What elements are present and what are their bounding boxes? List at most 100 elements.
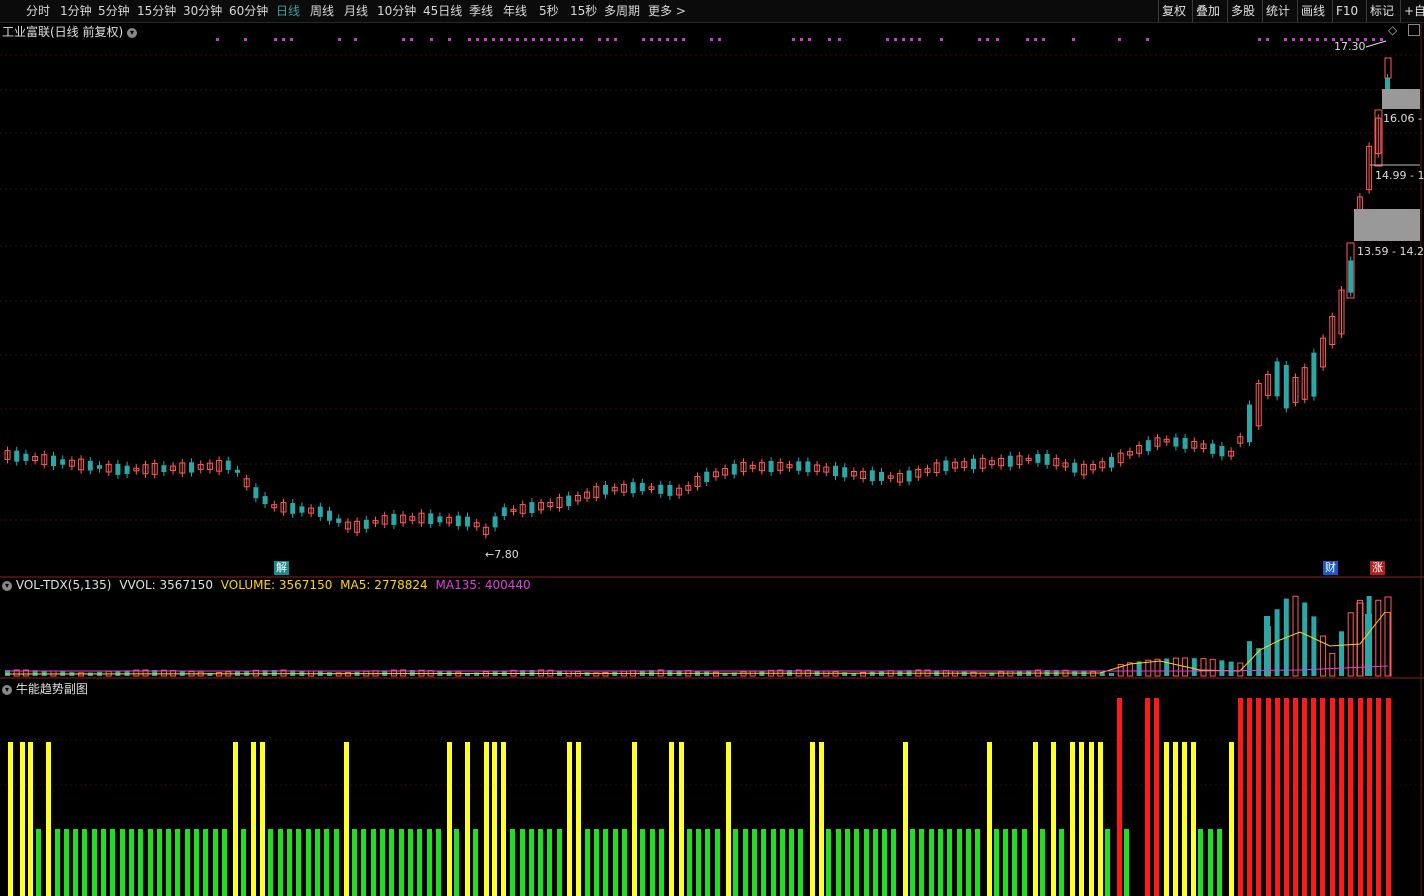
trend-bar-red (1238, 698, 1243, 896)
event-tag-finance[interactable]: 财 (1323, 561, 1338, 575)
candle-body (667, 484, 673, 496)
candle-body (658, 484, 664, 494)
candle-body (906, 470, 912, 482)
trend-bar-yellow (669, 742, 674, 896)
candle-body (87, 460, 93, 471)
trend-bar-green (557, 829, 562, 896)
trend-bar-yellow (20, 742, 25, 896)
chevron-down-icon[interactable]: ▾ (2, 580, 12, 591)
signal-dot (410, 38, 413, 41)
trend-bar-green (826, 829, 831, 896)
trend-bar-yellow (233, 742, 238, 896)
signal-dot (556, 38, 559, 41)
signal-dot (710, 38, 713, 41)
trend-bar-green (268, 829, 273, 896)
volume-bar (1329, 652, 1336, 677)
chart-canvas[interactable] (0, 0, 1424, 896)
trend-bar-red (1117, 698, 1122, 896)
signal-dot (448, 38, 451, 41)
signal-dot (402, 38, 405, 41)
trend-bar-red (1145, 698, 1150, 896)
signal-dot (282, 38, 285, 41)
trend-bar-green (603, 829, 608, 896)
volume-bar (1228, 661, 1234, 676)
candle-body (879, 471, 884, 481)
signal-dot (800, 38, 803, 41)
signal-dot (918, 38, 921, 41)
trend-bar-green (538, 829, 543, 896)
volume-bar (1356, 599, 1363, 677)
candle-body (262, 496, 268, 505)
candle-body (327, 510, 332, 521)
signal-dot (1324, 38, 1327, 41)
signal-dot (1034, 38, 1037, 41)
trend-bar-red (1266, 698, 1271, 896)
signal-dot (1380, 38, 1383, 41)
trend-bar-green (975, 829, 980, 896)
signal-dot (516, 38, 519, 41)
signal-dot (468, 38, 471, 41)
candle-body (1219, 446, 1225, 457)
signal-dot (986, 38, 989, 41)
high-price-label: 17.30 (1334, 40, 1366, 53)
chevron-down-icon[interactable]: ▾ (2, 684, 12, 695)
event-tag-limit-up[interactable]: 涨 (1370, 561, 1385, 575)
trend-bar-red (1386, 698, 1391, 896)
volume-panel-header: ▾ VOL-TDX(5,135) VVOL: 3567150 VOLUME: 3… (2, 578, 531, 592)
trend-bar-yellow (567, 742, 572, 896)
trend-bar-green (287, 829, 292, 896)
ma135-value: MA135: 400440 (435, 578, 531, 592)
candle-body (437, 516, 443, 523)
signal-dot (1118, 38, 1121, 41)
signal-dot (1300, 38, 1303, 41)
trend-bar-yellow (465, 742, 470, 896)
signal-dot (674, 38, 677, 41)
event-tag-unlock[interactable]: 解 (274, 561, 289, 575)
signal-dot (572, 38, 575, 41)
signal-dot (650, 38, 653, 41)
volume-bar (1164, 658, 1170, 676)
candle-body (1035, 454, 1041, 463)
candle-body (869, 470, 875, 482)
candle-body (1283, 365, 1289, 409)
trend-bar-green (529, 829, 534, 896)
trend-bar-green (715, 829, 720, 896)
trend-bar-yellow (344, 742, 349, 896)
trend-bar-yellow (28, 742, 33, 896)
signal-dot (476, 38, 479, 41)
price-zone-box (1382, 89, 1420, 109)
volume-bar (1292, 595, 1299, 677)
trend-bar-green (166, 829, 171, 896)
signal-dot (1372, 38, 1375, 41)
trend-bar-green (36, 829, 41, 896)
trend-bar-green (1003, 829, 1008, 896)
indicator-name[interactable]: 牛能趋势副图 (16, 682, 88, 696)
trend-bar-green (352, 829, 357, 896)
signal-dot (1266, 38, 1269, 41)
signal-dot (718, 38, 721, 41)
volume-bar (1375, 599, 1382, 677)
trend-bar-red (1154, 698, 1159, 896)
candle-body (235, 469, 240, 473)
trend-bar-red (1320, 698, 1325, 896)
candle-body (317, 506, 323, 517)
trend-bar-green (138, 829, 143, 896)
vol-indicator-name[interactable]: VOL-TDX(5,135) (16, 578, 112, 592)
signal-dot (886, 38, 889, 41)
candle-body (796, 461, 802, 471)
candle-body (299, 506, 305, 513)
trend-bar-green (427, 829, 432, 896)
trend-bar-green (55, 829, 60, 896)
candle-body (428, 513, 434, 524)
candle-body (465, 516, 470, 527)
trend-bar-yellow (1098, 742, 1103, 896)
candle-body (1044, 453, 1050, 465)
candle-body (768, 461, 774, 473)
trend-bar-green (733, 829, 738, 896)
trend-bar-yellow (1229, 742, 1234, 896)
signal-dot (902, 38, 905, 41)
trend-bar-green (640, 829, 645, 896)
signal-dot (524, 38, 527, 41)
trend-bar-red (1339, 698, 1344, 896)
trend-bar-green (213, 829, 218, 896)
